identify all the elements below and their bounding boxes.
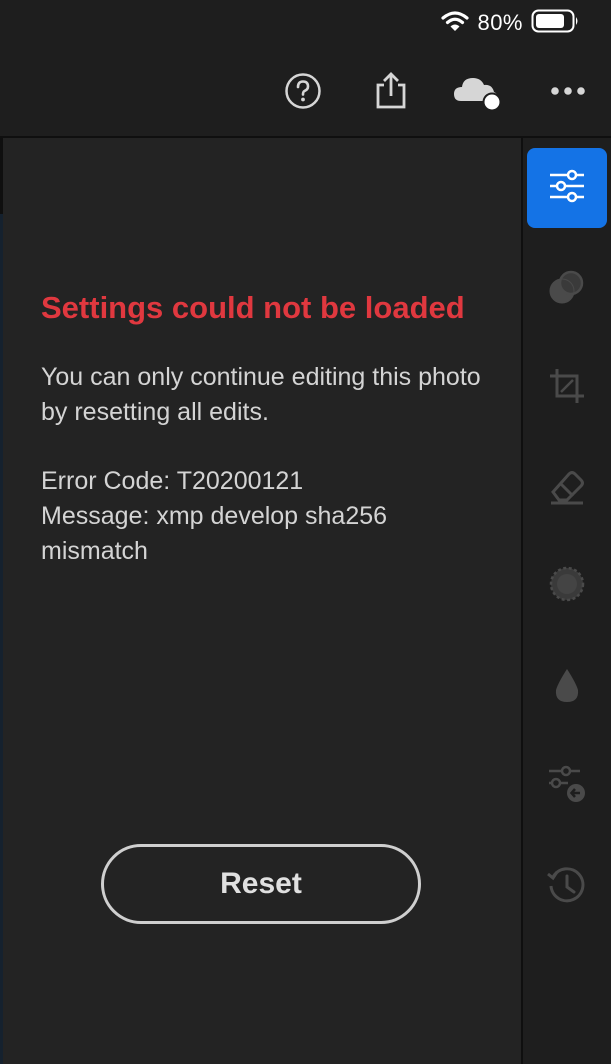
top-toolbar: [0, 46, 611, 136]
eraser-icon: [547, 466, 587, 511]
battery-percent: 80%: [477, 10, 523, 35]
light-sliders-icon: [547, 166, 587, 211]
color-mix-button[interactable]: [527, 250, 607, 330]
history-button[interactable]: [527, 848, 607, 928]
error-code: Error Code: T20200121: [41, 467, 304, 495]
error-message: Message: xmp develop sha256 mismatch: [41, 502, 388, 565]
vignette-button[interactable]: [527, 546, 607, 626]
color-mix-icon: [547, 268, 587, 313]
share-icon[interactable]: [368, 68, 414, 114]
error-panel: [0, 138, 521, 1064]
eraser-button[interactable]: [527, 448, 607, 528]
help-icon[interactable]: [280, 68, 326, 114]
panel-edge-accent: [0, 214, 3, 1064]
crop-icon: [547, 366, 587, 411]
droplet-icon: [547, 666, 587, 711]
presets-apply-button[interactable]: [527, 746, 607, 826]
droplet-button[interactable]: [527, 648, 607, 728]
vignette-icon: [547, 564, 587, 609]
more-icon[interactable]: [545, 68, 591, 114]
reset-button[interactable]: Reset: [101, 844, 421, 924]
wifi-icon: [441, 10, 470, 37]
status-bar: 80%: [0, 0, 611, 46]
error-description: You can only continue editing this photo…: [41, 363, 481, 426]
status-indicators: 80%: [441, 8, 581, 38]
crop-button[interactable]: [527, 348, 607, 428]
presets-apply-icon: [546, 763, 588, 810]
light-sliders-button[interactable]: [527, 148, 607, 228]
error-title: Settings could not be loaded: [41, 290, 465, 325]
battery-icon: [531, 8, 581, 39]
cloud-sync-icon[interactable]: [453, 68, 505, 114]
history-icon: [546, 865, 588, 912]
